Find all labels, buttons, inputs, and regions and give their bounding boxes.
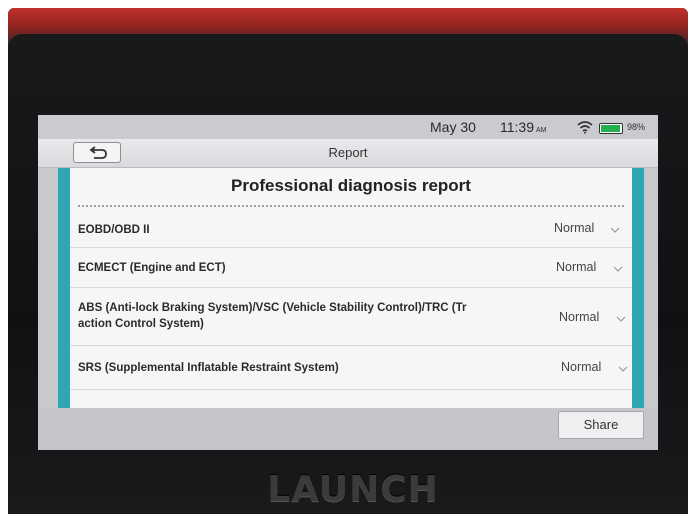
report-heading: Professional diagnosis report [231, 176, 471, 195]
title-bar: Report [38, 139, 658, 168]
chevron-down-icon[interactable] [610, 227, 620, 233]
share-button[interactable]: Share [558, 411, 644, 439]
battery-icon [599, 123, 623, 134]
status-ampm: AM [536, 127, 547, 134]
row-label: ECMECT (Engine and ECT) [78, 262, 226, 274]
row-status: Normal [554, 221, 595, 235]
report-row-abs[interactable]: ABS (Anti-lock Braking System)/VSC (Vehi… [70, 288, 632, 346]
row-status: Normal [561, 360, 602, 374]
report-row-eobd[interactable]: EOBD/OBD II Normal [70, 210, 632, 248]
row-label: SRS (Supplemental Inflatable Restraint S… [78, 362, 339, 374]
status-date: May 30 [430, 119, 476, 135]
report-row-srs[interactable]: SRS (Supplemental Inflatable Restraint S… [70, 346, 632, 390]
page-title: Report [328, 145, 368, 160]
battery-percent: 98% [627, 122, 646, 132]
divider [78, 205, 624, 207]
report-row-ecmect[interactable]: ECMECT (Engine and ECT) Normal [70, 248, 632, 288]
status-bar: May 30 11:39 AM 98% [38, 115, 658, 139]
row-status: Normal [556, 260, 597, 274]
row-status: Normal [559, 310, 600, 324]
chevron-down-icon[interactable] [616, 316, 626, 322]
status-time: 11:39 AM [500, 119, 547, 135]
report-card: Professional diagnosis report EOBD/OBD I… [70, 168, 632, 408]
row-label: ABS (Anti-lock Braking System)/VSC (Vehi… [78, 302, 467, 330]
chevron-down-icon[interactable] [618, 366, 628, 372]
brand-logo: LAUNCH [267, 469, 439, 510]
wifi-icon [577, 121, 593, 134]
chevron-down-icon[interactable] [613, 266, 623, 272]
screen: May 30 11:39 AM 98% Report Professional d… [38, 115, 658, 450]
row-label: EOBD/OBD II [78, 224, 150, 236]
bottom-toolbar: Share [38, 408, 658, 450]
report-frame: Professional diagnosis report EOBD/OBD I… [58, 168, 644, 408]
